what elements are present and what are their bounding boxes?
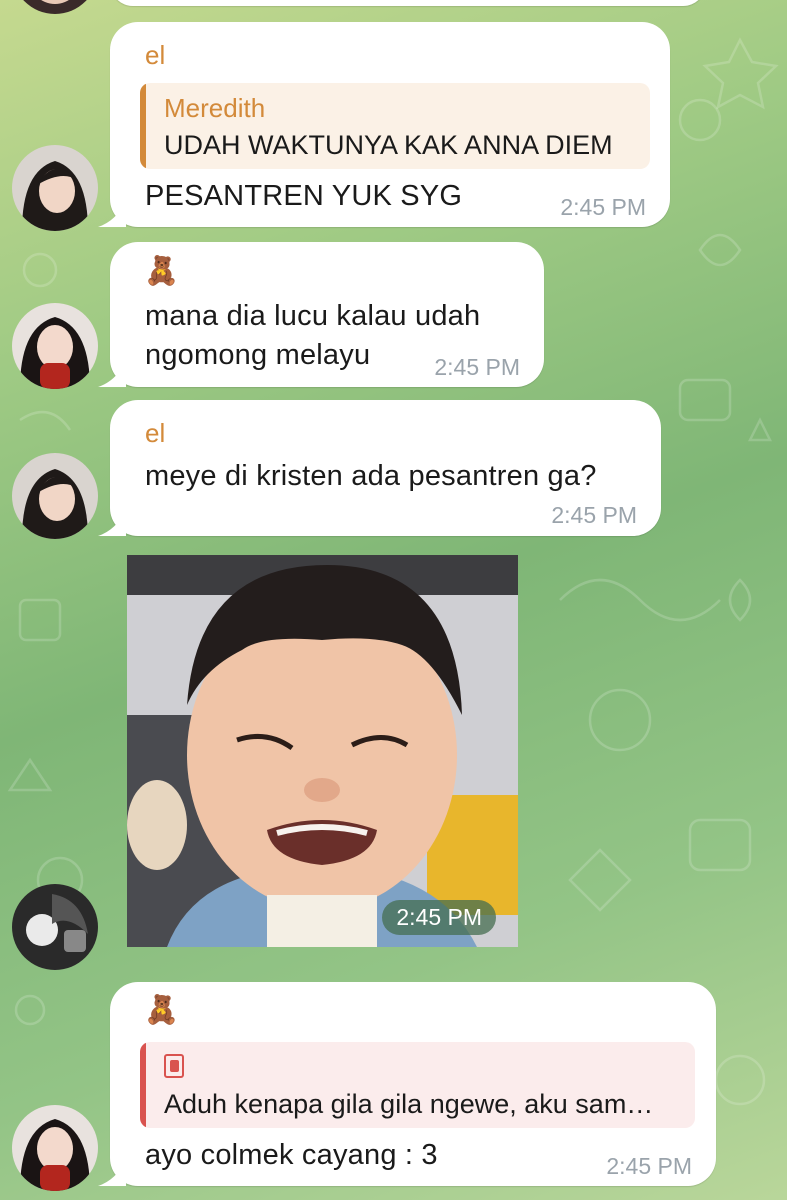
bubble-tail [98,510,126,536]
bubble-tail [98,1160,126,1186]
sender-name[interactable]: el [145,418,165,449]
avatar-el[interactable] [12,145,98,231]
sender-name[interactable]: el [145,40,165,71]
teddy-bear-icon[interactable]: 🧸 [144,996,179,1024]
message-text: meye di kristen ada pesantren ga? [145,460,597,492]
message-time: 2:45 PM [434,354,520,380]
avatar-teddy-user[interactable] [12,303,98,389]
message-bubble-3[interactable]: el meye di kristen ada pesantren ga? 2:4… [98,400,661,536]
reply-text: UDAH WAKTUNYA KAK ANNA DIEM [164,130,613,160]
bubble-tail [98,361,126,387]
avatar-teddy-user[interactable] [12,1105,98,1191]
message-time: 2:45 PM [606,1153,692,1179]
reply-bar [140,83,146,169]
avatar-dark-user[interactable] [12,884,98,970]
teddy-bear-icon[interactable]: 🧸 [144,257,179,285]
reply-bar [140,1042,146,1128]
message-text: PESANTREN YUK SYG [145,180,463,212]
reply-sender-name: Meredith [164,93,266,123]
message-text: ayo colmek cayang : 3 [145,1139,438,1171]
avatar-el[interactable] [12,453,98,539]
photo-image [127,555,518,947]
message-bubble-1[interactable]: el Meredith UDAH WAKTUNYA KAK ANNA DIEM … [98,22,670,227]
message-text-line-2: ngomong melayu [145,339,371,371]
reply-text: Aduh kenapa gila gila ngewe, aku sam… [164,1089,654,1119]
message-time: 2:45 PM [551,502,637,528]
message-text-line-1: mana dia lucu kalau udah [145,300,481,332]
message-bubble-5[interactable]: 🧸 Aduh kenapa gila gila ngewe, aku sam… … [98,982,716,1186]
reply-quote[interactable]: Meredith UDAH WAKTUNYA KAK ANNA DIEM [140,83,650,169]
crying-toddler-photo[interactable]: 2:45 PM [127,555,518,947]
avatar-cut-off[interactable] [12,0,98,14]
reply-quote[interactable]: Aduh kenapa gila gila ngewe, aku sam… [140,1042,695,1128]
message-bubble-cut-off[interactable] [110,0,706,6]
message-bubble-2[interactable]: 🧸 mana dia lucu kalau udah ngomong melay… [98,242,544,387]
red-sticker-icon [164,1054,184,1078]
message-time: 2:45 PM [560,194,646,220]
photo-time: 2:45 PM [382,900,496,935]
bubble-tail [98,201,126,227]
